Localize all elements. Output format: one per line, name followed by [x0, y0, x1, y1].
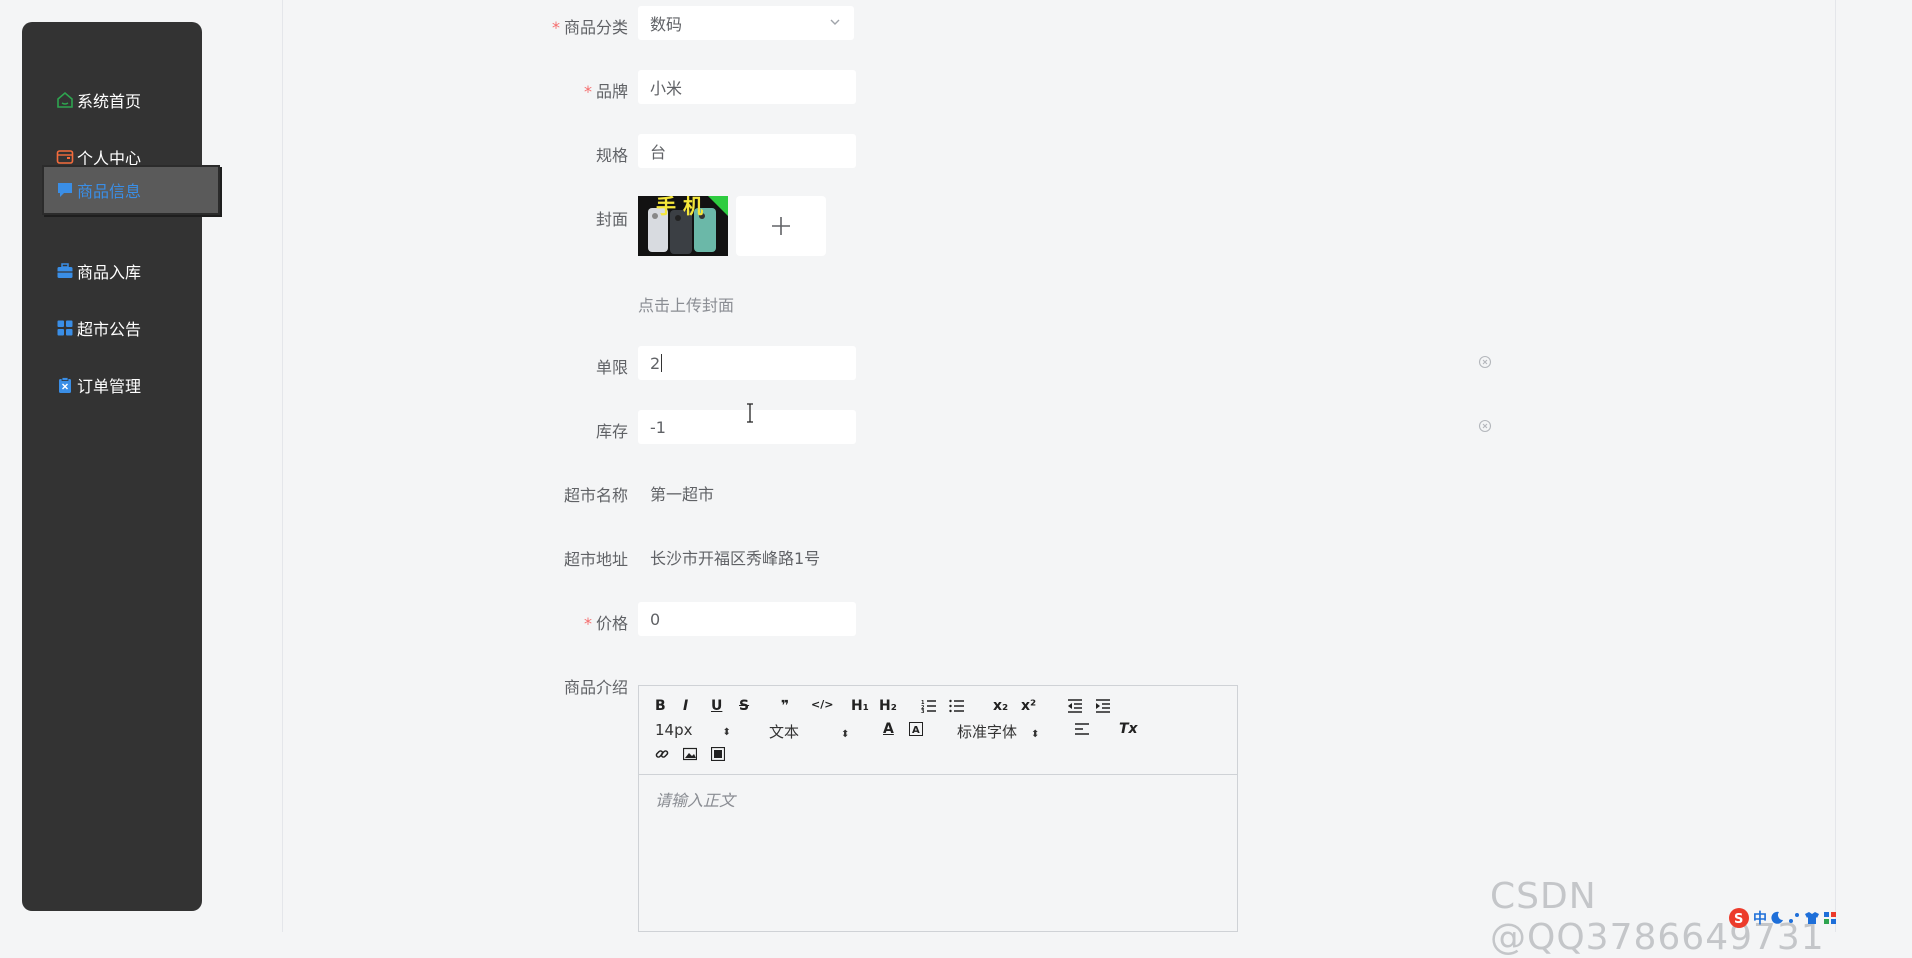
sidebar-item-goods-info[interactable]: 商品信息: [42, 165, 220, 215]
paragraph-select[interactable]: 文本 ⬍: [769, 721, 849, 742]
market-name-label: 超市名称: [563, 486, 628, 505]
limit-input[interactable]: 2: [638, 346, 856, 380]
punctuation-icon: [1789, 913, 1799, 923]
editor-content[interactable]: 请输入正文: [639, 775, 1237, 823]
select-arrows-icon: ⬍: [841, 729, 850, 740]
price-input[interactable]: 0: [638, 602, 856, 636]
price-label: * 价格: [583, 614, 628, 633]
svg-text:S: S: [1734, 912, 1743, 927]
home-icon: [56, 91, 74, 109]
align-icon[interactable]: [1075, 723, 1089, 735]
select-arrows-icon: ⬍: [1031, 729, 1040, 740]
spec-label: 规格: [595, 146, 628, 165]
brand-input[interactable]: 小米: [638, 70, 856, 104]
sidebar: 系统首页 个人中心 商品信息 商品入库 超市公告 订单管理: [22, 22, 220, 911]
sidebar-item-label: 订单管理: [77, 377, 142, 396]
left-edge: [0, 0, 14, 932]
indent-icon[interactable]: [1095, 699, 1111, 713]
market-name-value: 第一超市: [650, 485, 715, 504]
h2-button[interactable]: H₂: [879, 698, 897, 714]
text-caret: [661, 354, 663, 372]
sidebar-item-notice[interactable]: 超市公告: [22, 303, 202, 353]
strike-button[interactable]: S: [739, 698, 749, 714]
stock-label: 库存: [595, 422, 628, 441]
select-arrows-icon: ⬍: [722, 727, 731, 738]
quote-button[interactable]: ❞: [781, 698, 789, 714]
bullet-list-icon[interactable]: [949, 699, 965, 713]
outdent-icon[interactable]: [1067, 699, 1083, 713]
cover-upload-button[interactable]: [736, 196, 826, 256]
intro-label: 商品介绍: [563, 678, 628, 697]
spec-input[interactable]: 台: [638, 134, 856, 168]
plus-icon: [772, 217, 790, 235]
sidebar-item-label: 商品入库: [77, 263, 142, 282]
video-icon[interactable]: [711, 747, 725, 761]
italic-button[interactable]: I: [683, 698, 688, 714]
font-color-button[interactable]: A: [883, 721, 894, 737]
brand-label: * 品牌: [583, 82, 628, 101]
h1-button[interactable]: H₁: [851, 698, 869, 714]
limit-label: 单限: [595, 358, 628, 377]
sogou-ime-icon: S: [1729, 908, 1749, 928]
text-cursor-icon: [747, 403, 753, 423]
font-size-select[interactable]: 14px ⬍: [655, 721, 731, 739]
sidebar-item-orders[interactable]: 订单管理: [22, 360, 202, 410]
font-family-select[interactable]: 标准字体 ⬍: [957, 721, 1039, 742]
cover-label: 封面: [595, 210, 628, 229]
sidebar-item-goods-stockin[interactable]: 商品入库: [22, 246, 202, 296]
ime-toolbar[interactable]: S 中: [1728, 904, 1912, 932]
toolbox-icon: [1824, 912, 1836, 924]
sidebar-item-label: 商品信息: [77, 182, 142, 201]
clear-icon[interactable]: [1478, 419, 1492, 433]
svg-text:3: 3: [921, 709, 925, 713]
superscript-button[interactable]: x²: [1021, 698, 1036, 714]
code-button[interactable]: </>: [811, 698, 833, 711]
cover-upload-hint: 点击上传封面: [638, 296, 735, 315]
category-label: * 商品分类: [551, 18, 628, 37]
wallet-icon: [56, 148, 74, 166]
rich-text-editor: B I U S ❞ </> H₁ H₂ 123 x₂ x² 14px ⬍ 文本 ⬍ …: [638, 685, 1238, 932]
ordered-list-icon[interactable]: 123: [921, 699, 937, 713]
bold-button[interactable]: B: [655, 698, 666, 714]
moon-icon: [1771, 911, 1783, 924]
chevron-down-icon: [830, 19, 840, 25]
sidebar-item-home[interactable]: 系统首页: [22, 75, 202, 125]
clean-format-button[interactable]: Tx: [1119, 721, 1138, 737]
market-address-value: 长沙市开福区秀峰路1号: [650, 549, 821, 568]
chat-icon: [56, 181, 74, 199]
image-icon[interactable]: [683, 747, 697, 761]
briefcase-icon: [56, 262, 74, 280]
svg-text:A: A: [912, 725, 920, 736]
clipboard-x-icon: [56, 376, 74, 394]
grid-icon: [56, 319, 74, 337]
category-select[interactable]: 数码: [638, 6, 854, 40]
sidebar-item-label: 超市公告: [77, 320, 142, 339]
link-icon[interactable]: [655, 747, 669, 761]
sidebar-item-label: 系统首页: [77, 92, 142, 111]
background-color-icon[interactable]: A: [909, 722, 923, 736]
ime-mode-label: 中: [1753, 911, 1767, 927]
market-address-label: 超市地址: [563, 550, 628, 569]
underline-button[interactable]: U: [711, 698, 722, 714]
subscript-button[interactable]: x₂: [993, 698, 1008, 714]
cover-image[interactable]: 手 机: [638, 196, 728, 256]
clear-icon[interactable]: [1478, 355, 1492, 369]
editor-toolbar: B I U S ❞ </> H₁ H₂ 123 x₂ x² 14px ⬍ 文本 ⬍ …: [639, 686, 1237, 775]
shirt-icon: [1805, 912, 1819, 924]
